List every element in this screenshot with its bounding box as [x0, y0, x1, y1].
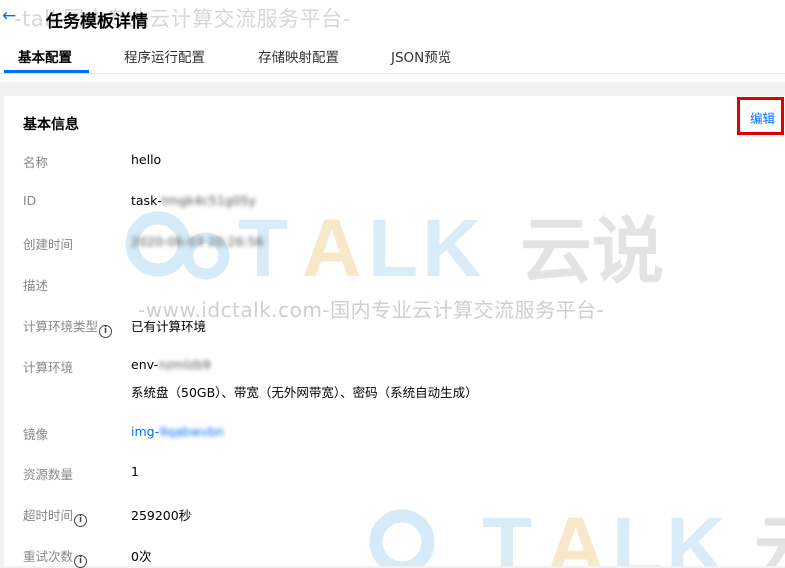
svg-text:A: A — [546, 501, 609, 566]
id-masked: tmgk4c51g05y — [161, 193, 257, 208]
tab-divider — [0, 73, 785, 74]
svg-text:云说: 云说 — [520, 209, 664, 288]
name-value: hello — [131, 152, 162, 167]
env-label: 计算环境 — [23, 360, 74, 375]
tab-bar: 基本配置 程序运行配置 存储映射配置 JSON预览 — [0, 46, 785, 74]
env-type-label: 计算环境类型 i — [23, 316, 113, 338]
env-value: env-nzmlzb9 — [131, 357, 211, 372]
image-prefix: img- — [131, 424, 160, 439]
svg-text:LK: LK — [368, 203, 485, 288]
env-type-value: 已有计算环境 — [131, 319, 207, 334]
edit-highlight-box: 编辑 — [737, 97, 784, 135]
svg-text:T: T — [482, 501, 536, 566]
page-title: 任务模板详情 — [46, 12, 148, 32]
env-masked: nzmlzb9 — [158, 357, 211, 372]
description-label: 描述 — [23, 278, 49, 293]
image-link[interactable]: img-9qabwvbn — [131, 424, 224, 439]
top-header: -talk国内专业云计算交流服务平台- ← 任务模板详情 基本配置 程序运行配置… — [0, 0, 785, 82]
svg-text:云: 云 — [754, 507, 785, 566]
timeout-label: 超时时间 i — [23, 505, 88, 527]
id-prefix: task- — [131, 193, 162, 208]
tab-storage-mapping[interactable]: 存储映射配置 — [258, 46, 339, 74]
image-label: 镜像 — [23, 427, 49, 442]
env-detail: 系统盘（50GB）、带宽（无外网带宽）、密码（系统自动生成） — [131, 385, 478, 400]
info-icon[interactable]: i — [74, 514, 88, 527]
info-icon[interactable]: i — [74, 555, 88, 568]
resource-count-value: 1 — [131, 464, 139, 479]
timeout-value: 259200秒 — [131, 508, 192, 523]
timeout-label-text: 超时时间 — [23, 508, 74, 523]
retry-label: 重试次数 i — [23, 546, 88, 568]
image-masked: 9qabwvbn — [159, 424, 225, 439]
tab-program-config[interactable]: 程序运行配置 — [124, 46, 205, 74]
tab-json-preview[interactable]: JSON预览 — [391, 46, 451, 74]
arrow-left-icon[interactable]: ← — [2, 6, 20, 26]
id-value: task-tmgk4c51g05y — [131, 193, 256, 208]
env-prefix: env- — [131, 357, 159, 372]
name-label: 名称 — [23, 155, 49, 170]
basic-info-card: 基本信息 编辑 T A LK 云说 -www.idctalk.com-国内专业云… — [4, 96, 785, 568]
resource-count-label: 资源数量 — [23, 467, 74, 482]
svg-text:LK: LK — [612, 501, 729, 566]
created-value: 2020-06-03 20:26:56 — [131, 234, 264, 249]
edit-button[interactable]: 编辑 — [750, 108, 775, 127]
info-icon[interactable]: i — [99, 325, 113, 338]
env-type-label-text: 计算环境类型 — [23, 319, 99, 334]
watermark-site: -www.idctalk.com-国内专业云计算交流服务平台- — [138, 298, 605, 322]
retry-value: 0次 — [131, 549, 152, 564]
retry-label-text: 重试次数 — [23, 549, 74, 564]
section-title: 基本信息 — [23, 117, 79, 133]
id-label: ID — [23, 193, 37, 208]
created-label: 创建时间 — [23, 237, 74, 252]
svg-text:A: A — [302, 203, 365, 288]
watermark-logo-bottom-icon: T A LK 云 — [369, 501, 785, 566]
